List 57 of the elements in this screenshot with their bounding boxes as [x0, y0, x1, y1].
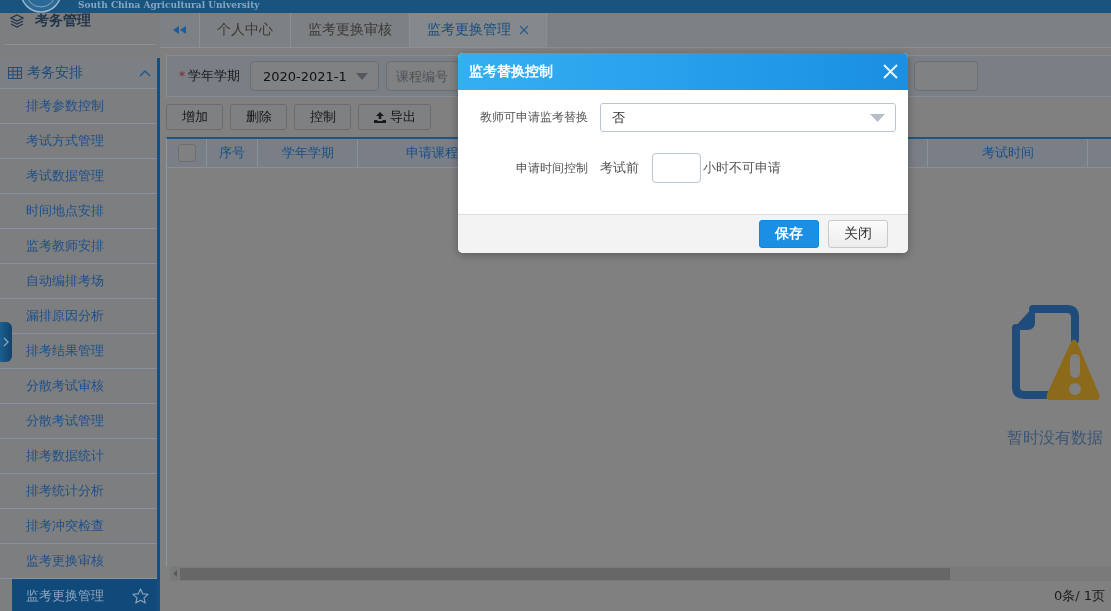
sidebar-item[interactable]: 排考冲突检查	[12, 509, 157, 543]
close-icon	[883, 64, 898, 79]
double-left-arrow-icon	[173, 26, 186, 34]
sidebar-item[interactable]: 监考更换管理	[12, 579, 157, 611]
layers-icon	[10, 14, 24, 28]
table-icon	[8, 67, 22, 79]
filter-label: 学年学期	[188, 67, 240, 85]
scroll-left-icon[interactable]	[173, 570, 177, 577]
close-button[interactable]: 关闭	[828, 220, 888, 248]
sidebar-item[interactable]: 排考数据统计	[12, 439, 157, 473]
save-button[interactable]: 保存	[759, 220, 819, 248]
required-mark: *	[179, 69, 185, 83]
column-header[interactable]: 考试时间	[981, 144, 1034, 162]
term-select[interactable]: 2020-2021-1	[250, 61, 379, 91]
field-suffix: 小时不可申请	[703, 159, 781, 177]
sidebar-item[interactable]: 考试方式管理	[12, 124, 157, 158]
sidebar-item[interactable]: 自动编排考场	[12, 264, 157, 298]
sidebar-item[interactable]: 分散考试审核	[12, 369, 157, 403]
tab[interactable]: 监考更换管理	[410, 13, 547, 47]
horizontal-scrollbar[interactable]	[170, 566, 1111, 581]
toolbar-button[interactable]: 增加	[166, 104, 223, 130]
sidebar-item[interactable]: 监考更换审核	[12, 544, 157, 578]
sidebar-item[interactable]: 排考统计分析	[12, 474, 157, 508]
scrollbar-thumb[interactable]	[180, 567, 950, 580]
field-prefix: 考试前	[600, 159, 639, 177]
hours-input[interactable]	[652, 153, 701, 183]
column-header[interactable]: 申请课程	[406, 144, 458, 162]
sidebar-item[interactable]: 排考参数控制	[12, 89, 157, 123]
star-icon[interactable]	[132, 588, 149, 604]
select-field[interactable]: 否	[600, 103, 896, 132]
tab[interactable]: 个人中心	[200, 13, 291, 47]
sidebar-item[interactable]: 排考结果管理	[12, 334, 157, 368]
empty-message: 暂时没有数据	[1007, 428, 1103, 449]
dialog-title: 监考替换控制	[469, 62, 553, 81]
chevron-right-icon	[3, 337, 9, 347]
caret-icon	[870, 113, 885, 122]
toolbar-button[interactable]: 删除	[230, 104, 287, 130]
dialog-close-button[interactable]	[883, 64, 898, 79]
close-icon[interactable]	[519, 25, 529, 35]
sidebar-item[interactable]: 分散考试管理	[12, 404, 157, 438]
field-label: 申请时间控制	[515, 159, 588, 177]
field-label: 教师可申请监考替换	[479, 109, 588, 126]
upload-icon	[373, 111, 386, 123]
emblem-icon	[20, 0, 62, 13]
caret-icon	[356, 72, 368, 80]
column-header[interactable]: 学年学期	[281, 144, 334, 162]
sidebar-toggle-button[interactable]	[0, 322, 12, 362]
sidebar-item[interactable]: 考试数据管理	[12, 159, 157, 193]
university-name: South China Agricultural University	[78, 0, 260, 11]
pager-summary: 0条/ 1页	[1053, 587, 1105, 605]
sidebar-item[interactable]: 监考教师安排	[12, 229, 157, 263]
sidebar-title: 考务管理	[35, 12, 91, 30]
sidebar-item[interactable]: 时间地点安排	[12, 194, 157, 228]
column-header[interactable]: 序号	[219, 144, 245, 162]
toolbar-button[interactable]: 导出	[358, 104, 431, 130]
toolbar-button[interactable]: 控制	[294, 104, 351, 130]
sidebar-item[interactable]: 漏排原因分析	[12, 299, 157, 333]
